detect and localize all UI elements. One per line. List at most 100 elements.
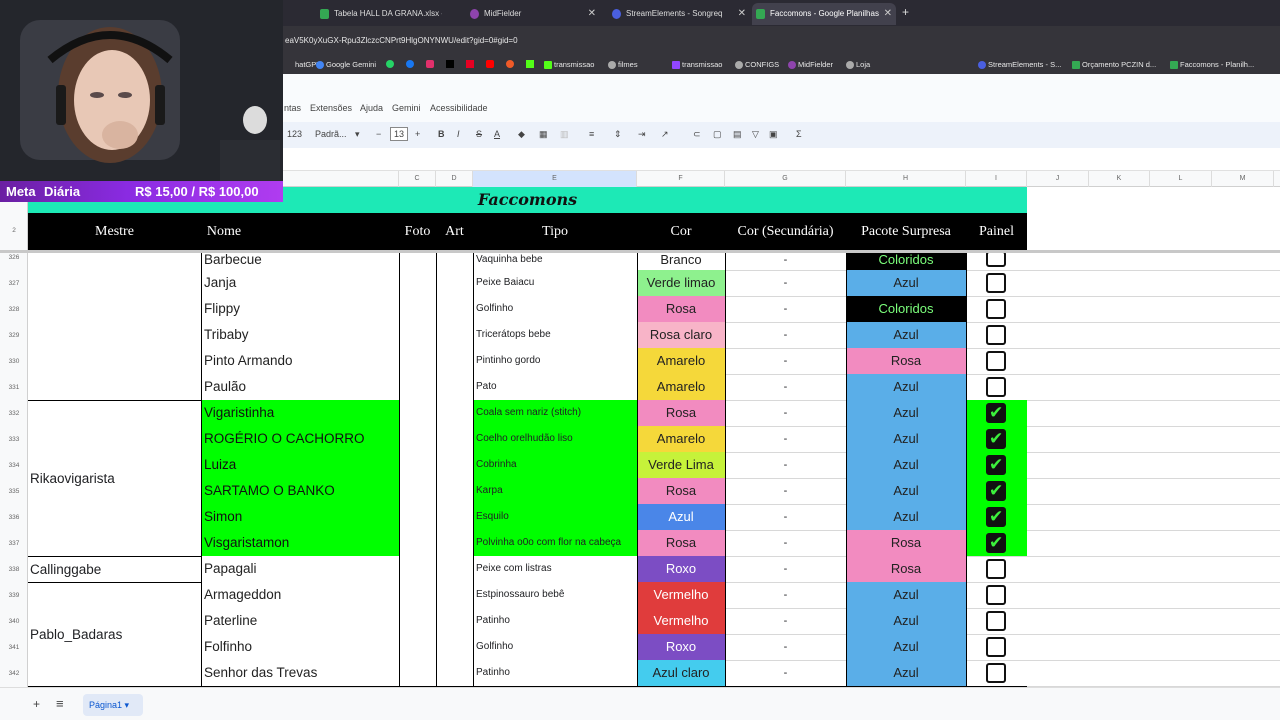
cell-foto[interactable]	[399, 478, 436, 504]
cell-foto[interactable]	[399, 634, 436, 660]
cell-tipo[interactable]: Patinho	[473, 660, 637, 686]
cell-pacote-surpresa[interactable]: Azul	[846, 374, 966, 400]
painel-checkbox[interactable]	[986, 273, 1006, 293]
cell-art[interactable]	[436, 322, 473, 348]
cell-foto[interactable]	[399, 608, 436, 634]
painel-checkbox[interactable]	[986, 454, 1006, 476]
cell-foto[interactable]	[399, 556, 436, 582]
painel-checkbox[interactable]	[986, 377, 1006, 397]
cell-cor[interactable]: Rosa	[637, 478, 725, 504]
cell-cor-secundaria[interactable]: -	[725, 426, 846, 452]
cell-nome[interactable]: Vigaristinha	[201, 400, 399, 426]
cell-art[interactable]	[436, 348, 473, 374]
cell-tipo[interactable]: Pato	[473, 374, 637, 400]
cell-nome[interactable]: Papagali	[201, 556, 399, 582]
cell-cor-secundaria[interactable]: -	[725, 634, 846, 660]
painel-checkbox[interactable]	[986, 559, 1006, 579]
cell-pacote-surpresa[interactable]: Azul	[846, 270, 966, 296]
all-sheets-button[interactable]: ≡	[56, 696, 64, 711]
cell-foto[interactable]	[399, 426, 436, 452]
cell-nome[interactable]: Simon	[201, 504, 399, 530]
cell-tipo[interactable]: Karpa	[473, 478, 637, 504]
cell-mestre[interactable]: Pablo_Badaras	[28, 583, 201, 686]
cell-cor[interactable]: Amarelo	[637, 348, 725, 374]
cell-foto[interactable]	[399, 504, 436, 530]
painel-checkbox[interactable]	[986, 532, 1006, 554]
cell-cor-secundaria[interactable]: -	[725, 660, 846, 686]
cell-foto[interactable]	[399, 250, 436, 270]
cell-pacote-surpresa[interactable]: Rosa	[846, 530, 966, 556]
cell-cor-secundaria[interactable]: -	[725, 374, 846, 400]
cell-cor-secundaria[interactable]: -	[725, 556, 846, 582]
cell-nome[interactable]: Luiza	[201, 452, 399, 478]
cell-art[interactable]	[436, 608, 473, 634]
cell-art[interactable]	[436, 270, 473, 296]
cell-foto[interactable]	[399, 530, 436, 556]
cell-cor[interactable]: Branco	[637, 250, 725, 270]
cell-tipo[interactable]: Cobrinha	[473, 452, 637, 478]
cell-art[interactable]	[436, 250, 473, 270]
cell-foto[interactable]	[399, 374, 436, 400]
cell-tipo[interactable]: Patinho	[473, 608, 637, 634]
cell-pacote-surpresa[interactable]: Coloridos	[846, 296, 966, 322]
cell-cor[interactable]: Azul	[637, 504, 725, 530]
painel-checkbox[interactable]	[986, 637, 1006, 657]
cell-pacote-surpresa[interactable]: Azul	[846, 452, 966, 478]
cell-cor[interactable]: Rosa	[637, 530, 725, 556]
cell-cor[interactable]: Rosa claro	[637, 322, 725, 348]
cell-tipo[interactable]: Peixe Baiacu	[473, 270, 637, 296]
cell-cor[interactable]: Vermelho	[637, 582, 725, 608]
cell-art[interactable]	[436, 478, 473, 504]
cell-nome[interactable]: SARTAMO O BANKO	[201, 478, 399, 504]
cell-cor-secundaria[interactable]: -	[725, 608, 846, 634]
cell-foto[interactable]	[399, 660, 436, 686]
cell-pacote-surpresa[interactable]: Azul	[846, 322, 966, 348]
cell-art[interactable]	[436, 504, 473, 530]
sheet-tab-pagina1[interactable]: Página1 ▾	[83, 694, 143, 716]
cell-pacote-surpresa[interactable]: Azul	[846, 634, 966, 660]
cell-cor-secundaria[interactable]: -	[725, 400, 846, 426]
cell-mestre[interactable]: Callinggabe	[28, 557, 201, 582]
cell-tipo[interactable]: Golfinho	[473, 296, 637, 322]
cell-pacote-surpresa[interactable]: Azul	[846, 400, 966, 426]
cell-nome[interactable]: Armageddon	[201, 582, 399, 608]
painel-checkbox[interactable]	[986, 351, 1006, 371]
cell-tipo[interactable]: Esquilo	[473, 504, 637, 530]
cell-cor[interactable]: Verde Lima	[637, 452, 725, 478]
cell-mestre[interactable]: Rikaovigarista	[28, 401, 201, 556]
cell-foto[interactable]	[399, 452, 436, 478]
painel-checkbox[interactable]	[986, 611, 1006, 631]
cell-pacote-surpresa[interactable]: Rosa	[846, 556, 966, 582]
cell-nome[interactable]: Tribaby	[201, 322, 399, 348]
cell-cor[interactable]: Azul claro	[637, 660, 725, 686]
cell-art[interactable]	[436, 660, 473, 686]
cell-cor[interactable]: Amarelo	[637, 374, 725, 400]
cell-cor[interactable]: Rosa	[637, 296, 725, 322]
cell-cor-secundaria[interactable]: -	[725, 452, 846, 478]
cell-cor-secundaria[interactable]: -	[725, 270, 846, 296]
cell-cor-secundaria[interactable]: -	[725, 504, 846, 530]
cell-tipo[interactable]: Estpinossauro bebê	[473, 582, 637, 608]
cell-foto[interactable]	[399, 348, 436, 374]
cell-tipo[interactable]: Tricerátops bebe	[473, 322, 637, 348]
cell-art[interactable]	[436, 556, 473, 582]
cell-art[interactable]	[436, 374, 473, 400]
cell-foto[interactable]	[399, 400, 436, 426]
painel-checkbox[interactable]	[986, 506, 1006, 528]
cell-nome[interactable]: Senhor das Trevas	[201, 660, 399, 686]
cell-art[interactable]	[436, 530, 473, 556]
cell-tipo[interactable]: Pintinho gordo	[473, 348, 637, 374]
cell-tipo[interactable]: Peixe com listras	[473, 556, 637, 582]
cell-foto[interactable]	[399, 322, 436, 348]
cell-art[interactable]	[436, 400, 473, 426]
cell-pacote-surpresa[interactable]: Azul	[846, 478, 966, 504]
cell-art[interactable]	[436, 634, 473, 660]
painel-checkbox[interactable]	[986, 402, 1006, 424]
cell-cor-secundaria[interactable]: -	[725, 250, 846, 270]
cell-pacote-surpresa[interactable]: Azul	[846, 582, 966, 608]
painel-checkbox[interactable]	[986, 299, 1006, 319]
cell-cor[interactable]: Amarelo	[637, 426, 725, 452]
cell-art[interactable]	[436, 582, 473, 608]
cell-nome[interactable]: ROGÉRIO O CACHORRO	[201, 426, 399, 452]
cell-foto[interactable]	[399, 582, 436, 608]
